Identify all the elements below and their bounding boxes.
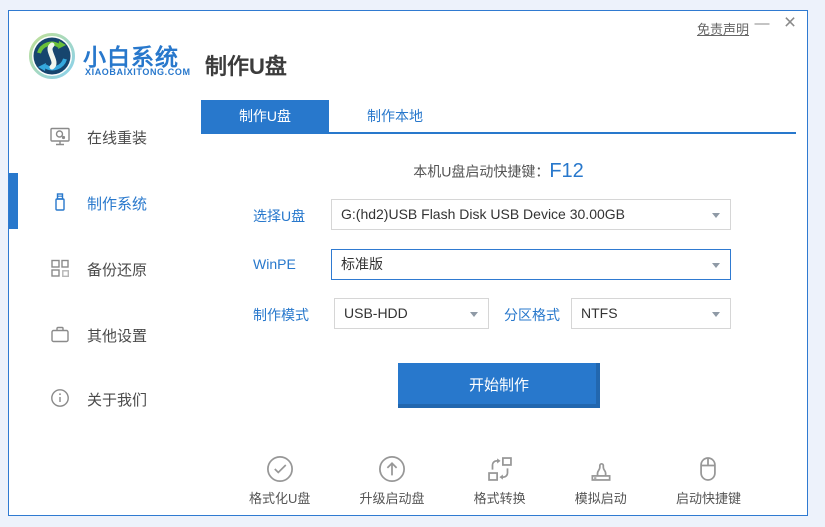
mode-value: USB-HDD <box>344 299 464 328</box>
chevron-down-icon <box>712 312 720 317</box>
page-title: 制作U盘 <box>205 49 287 81</box>
format-convert-icon <box>485 454 515 484</box>
sidebar-item-label: 制作系统 <box>87 193 147 214</box>
boot-hotkey-icon <box>693 454 723 484</box>
monitor-reinstall-icon <box>49 125 71 147</box>
tab-underline <box>201 132 796 134</box>
app-window: 小白系统 XIAOBAIXITONG.COM 制作U盘 免责声明 — × 在线重… <box>8 10 808 516</box>
tool-label: 格式转换 <box>474 488 526 507</box>
sidebar-item-online-reinstall[interactable]: 在线重装 <box>9 125 195 149</box>
usb-select-label: 选择U盘 <box>253 206 305 226</box>
upgrade-boot-icon <box>377 454 407 484</box>
tab-create-local[interactable]: 制作本地 <box>329 100 461 132</box>
tool-format-convert[interactable]: 格式转换 <box>474 454 526 507</box>
boot-hotkey-label: 本机U盘启动快捷键： <box>413 164 549 180</box>
tool-upgrade-boot-disk[interactable]: 升级启动盘 <box>360 454 425 507</box>
sidebar-item-create-system[interactable]: 制作系统 <box>9 191 195 215</box>
tool-simulate-boot[interactable]: 模拟启动 <box>575 454 627 507</box>
tool-format-usb[interactable]: 格式化U盘 <box>249 454 310 507</box>
tab-create-usb[interactable]: 制作U盘 <box>201 100 329 132</box>
info-icon <box>49 387 71 409</box>
sidebar-item-backup-restore[interactable]: 备份还原 <box>9 257 195 281</box>
sidebar-item-label: 在线重装 <box>87 127 147 148</box>
start-create-button[interactable]: 开始制作 <box>398 363 600 408</box>
mode-dropdown[interactable]: USB-HDD <box>334 298 489 329</box>
partition-dropdown[interactable]: NTFS <box>571 298 731 329</box>
tool-boot-hotkey[interactable]: 启动快捷键 <box>676 454 741 507</box>
tool-label: 启动快捷键 <box>676 488 741 507</box>
tool-label: 升级启动盘 <box>360 488 425 507</box>
winpe-label: WinPE <box>253 256 296 272</box>
app-logo-icon <box>29 33 75 79</box>
chevron-down-icon <box>712 213 720 218</box>
tool-label: 格式化U盘 <box>249 488 310 507</box>
bottom-toolbar: 格式化U盘 升级启动盘 格式 <box>249 454 741 507</box>
disclaimer-link[interactable]: 免责声明 <box>697 19 749 38</box>
chevron-down-icon <box>712 263 720 268</box>
brand-domain: XIAOBAIXITONG.COM <box>85 67 191 77</box>
boot-hotkey-row: 本机U盘启动快捷键：F12 <box>201 160 796 183</box>
sidebar-item-about-us[interactable]: 关于我们 <box>9 387 195 411</box>
chevron-down-icon <box>470 312 478 317</box>
winpe-value: 标准版 <box>341 250 706 279</box>
partition-label: 分区格式 <box>504 305 560 325</box>
usb-select-dropdown[interactable]: G:(hd2)USB Flash Disk USB Device 30.00GB <box>331 199 731 230</box>
usb-drive-icon <box>49 191 71 213</box>
sidebar-item-other-settings[interactable]: 其他设置 <box>9 323 195 347</box>
briefcase-settings-icon <box>49 323 71 345</box>
simulate-boot-icon <box>586 454 616 484</box>
backup-grid-icon <box>49 257 71 279</box>
format-usb-icon <box>265 454 295 484</box>
minimize-button[interactable]: — <box>749 11 775 37</box>
partition-value: NTFS <box>581 299 706 328</box>
winpe-dropdown[interactable]: 标准版 <box>331 249 731 280</box>
tool-label: 模拟启动 <box>575 488 627 507</box>
usb-select-value: G:(hd2)USB Flash Disk USB Device 30.00GB <box>341 200 706 229</box>
sidebar-item-label: 其他设置 <box>87 325 147 346</box>
boot-hotkey-value: F12 <box>549 160 583 182</box>
mode-label: 制作模式 <box>253 305 309 325</box>
sidebar-item-label: 关于我们 <box>87 389 147 410</box>
close-button[interactable]: × <box>777 11 803 37</box>
sidebar-item-label: 备份还原 <box>87 259 147 280</box>
